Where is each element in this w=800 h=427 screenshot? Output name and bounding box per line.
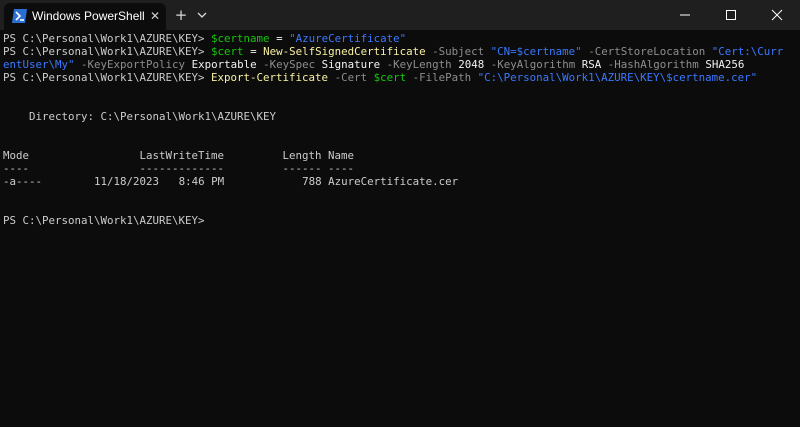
prompt: PS C:\Personal\Work1\AZURE\KEY> bbox=[3, 32, 205, 45]
new-tab-icon[interactable]: + bbox=[172, 6, 190, 24]
final-prompt: PS C:\Personal\Work1\AZURE\KEY> bbox=[3, 214, 205, 227]
table-header-underline: ---- ------------- ------ ---- bbox=[3, 162, 355, 175]
command-line-1: PS C:\Personal\Work1\AZURE\KEY> $certnam… bbox=[3, 32, 406, 45]
command-line-3: PS C:\Personal\Work1\AZURE\KEY> Export-C… bbox=[3, 71, 757, 84]
parameter: -HashAlgorithm bbox=[607, 58, 699, 71]
close-tab-icon[interactable]: ✕ bbox=[147, 7, 163, 25]
terminal-output[interactable]: PS C:\Personal\Work1\AZURE\KEY> $certnam… bbox=[0, 30, 800, 427]
operator: = bbox=[250, 45, 257, 58]
prompt: PS C:\Personal\Work1\AZURE\KEY> bbox=[3, 71, 205, 84]
file-date: 11/18/2023 bbox=[94, 175, 160, 188]
minimize-icon bbox=[680, 14, 690, 16]
minimize-button[interactable] bbox=[662, 0, 708, 30]
maximize-icon bbox=[726, 10, 736, 20]
directory-line: Directory: C:\Personal\Work1\AZURE\KEY bbox=[3, 110, 277, 123]
window-close-button[interactable] bbox=[754, 0, 800, 30]
argument: RSA bbox=[581, 58, 602, 71]
argument: Signature bbox=[321, 58, 381, 71]
file-name: AzureCertificate.cer bbox=[328, 175, 459, 188]
string-literal: "Cert:\Curr bbox=[711, 45, 784, 58]
parameter: -KeyLength bbox=[386, 58, 452, 71]
prompt: PS C:\Personal\Work1\AZURE\KEY> bbox=[3, 45, 205, 58]
chevron-down-icon[interactable] bbox=[194, 6, 210, 24]
argument: SHA256 bbox=[705, 58, 745, 71]
file-length: 788 bbox=[302, 175, 322, 188]
table-header: Mode LastWriteTime Length Name bbox=[3, 149, 355, 162]
parameter: -Subject bbox=[432, 45, 485, 58]
cmdlet: Export-Certificate bbox=[211, 71, 329, 84]
variable: $cert bbox=[211, 45, 244, 58]
argument: Exportable bbox=[191, 58, 257, 71]
variable: $cert bbox=[373, 71, 407, 84]
parameter: -KeyExportPolicy bbox=[81, 58, 186, 71]
command-line-2-wrap: entUser\My" -KeyExportPolicy Exportable … bbox=[3, 58, 744, 71]
string-literal: "AzureCertificate" bbox=[289, 32, 407, 45]
parameter: -Cert bbox=[334, 71, 368, 84]
tab-title: Windows PowerShell bbox=[32, 9, 145, 23]
table-row: -a---- 11/18/2023 8:46 PM 788 AzureCerti… bbox=[3, 175, 458, 188]
operator: = bbox=[276, 32, 283, 45]
file-mode: -a---- bbox=[3, 175, 43, 188]
string-literal: "CN=$certname" bbox=[490, 45, 582, 58]
string-literal: "C:\Personal\Work1\AZURE\KEY\$certname.c… bbox=[477, 71, 758, 84]
variable: $certname bbox=[211, 32, 270, 45]
command-line-2: PS C:\Personal\Work1\AZURE\KEY> $cert = … bbox=[3, 45, 783, 58]
parameter: -CertStoreLocation bbox=[588, 45, 706, 58]
parameter: -KeyAlgorithm bbox=[490, 58, 576, 71]
powershell-icon bbox=[12, 8, 28, 24]
argument: 2048 bbox=[458, 58, 485, 71]
maximize-button[interactable] bbox=[708, 0, 754, 30]
cmdlet: New-SelfSignedCertificate bbox=[263, 45, 426, 58]
title-bar: Windows PowerShell ✕ + bbox=[0, 0, 800, 30]
tab-windows-powershell[interactable]: Windows PowerShell ✕ bbox=[4, 3, 166, 30]
string-literal: entUser\My" bbox=[3, 58, 75, 71]
parameter: -FilePath bbox=[412, 71, 472, 84]
parameter: -KeySpec bbox=[263, 58, 316, 71]
window-close-icon bbox=[771, 9, 783, 21]
file-time: 8:46 PM bbox=[178, 175, 225, 188]
